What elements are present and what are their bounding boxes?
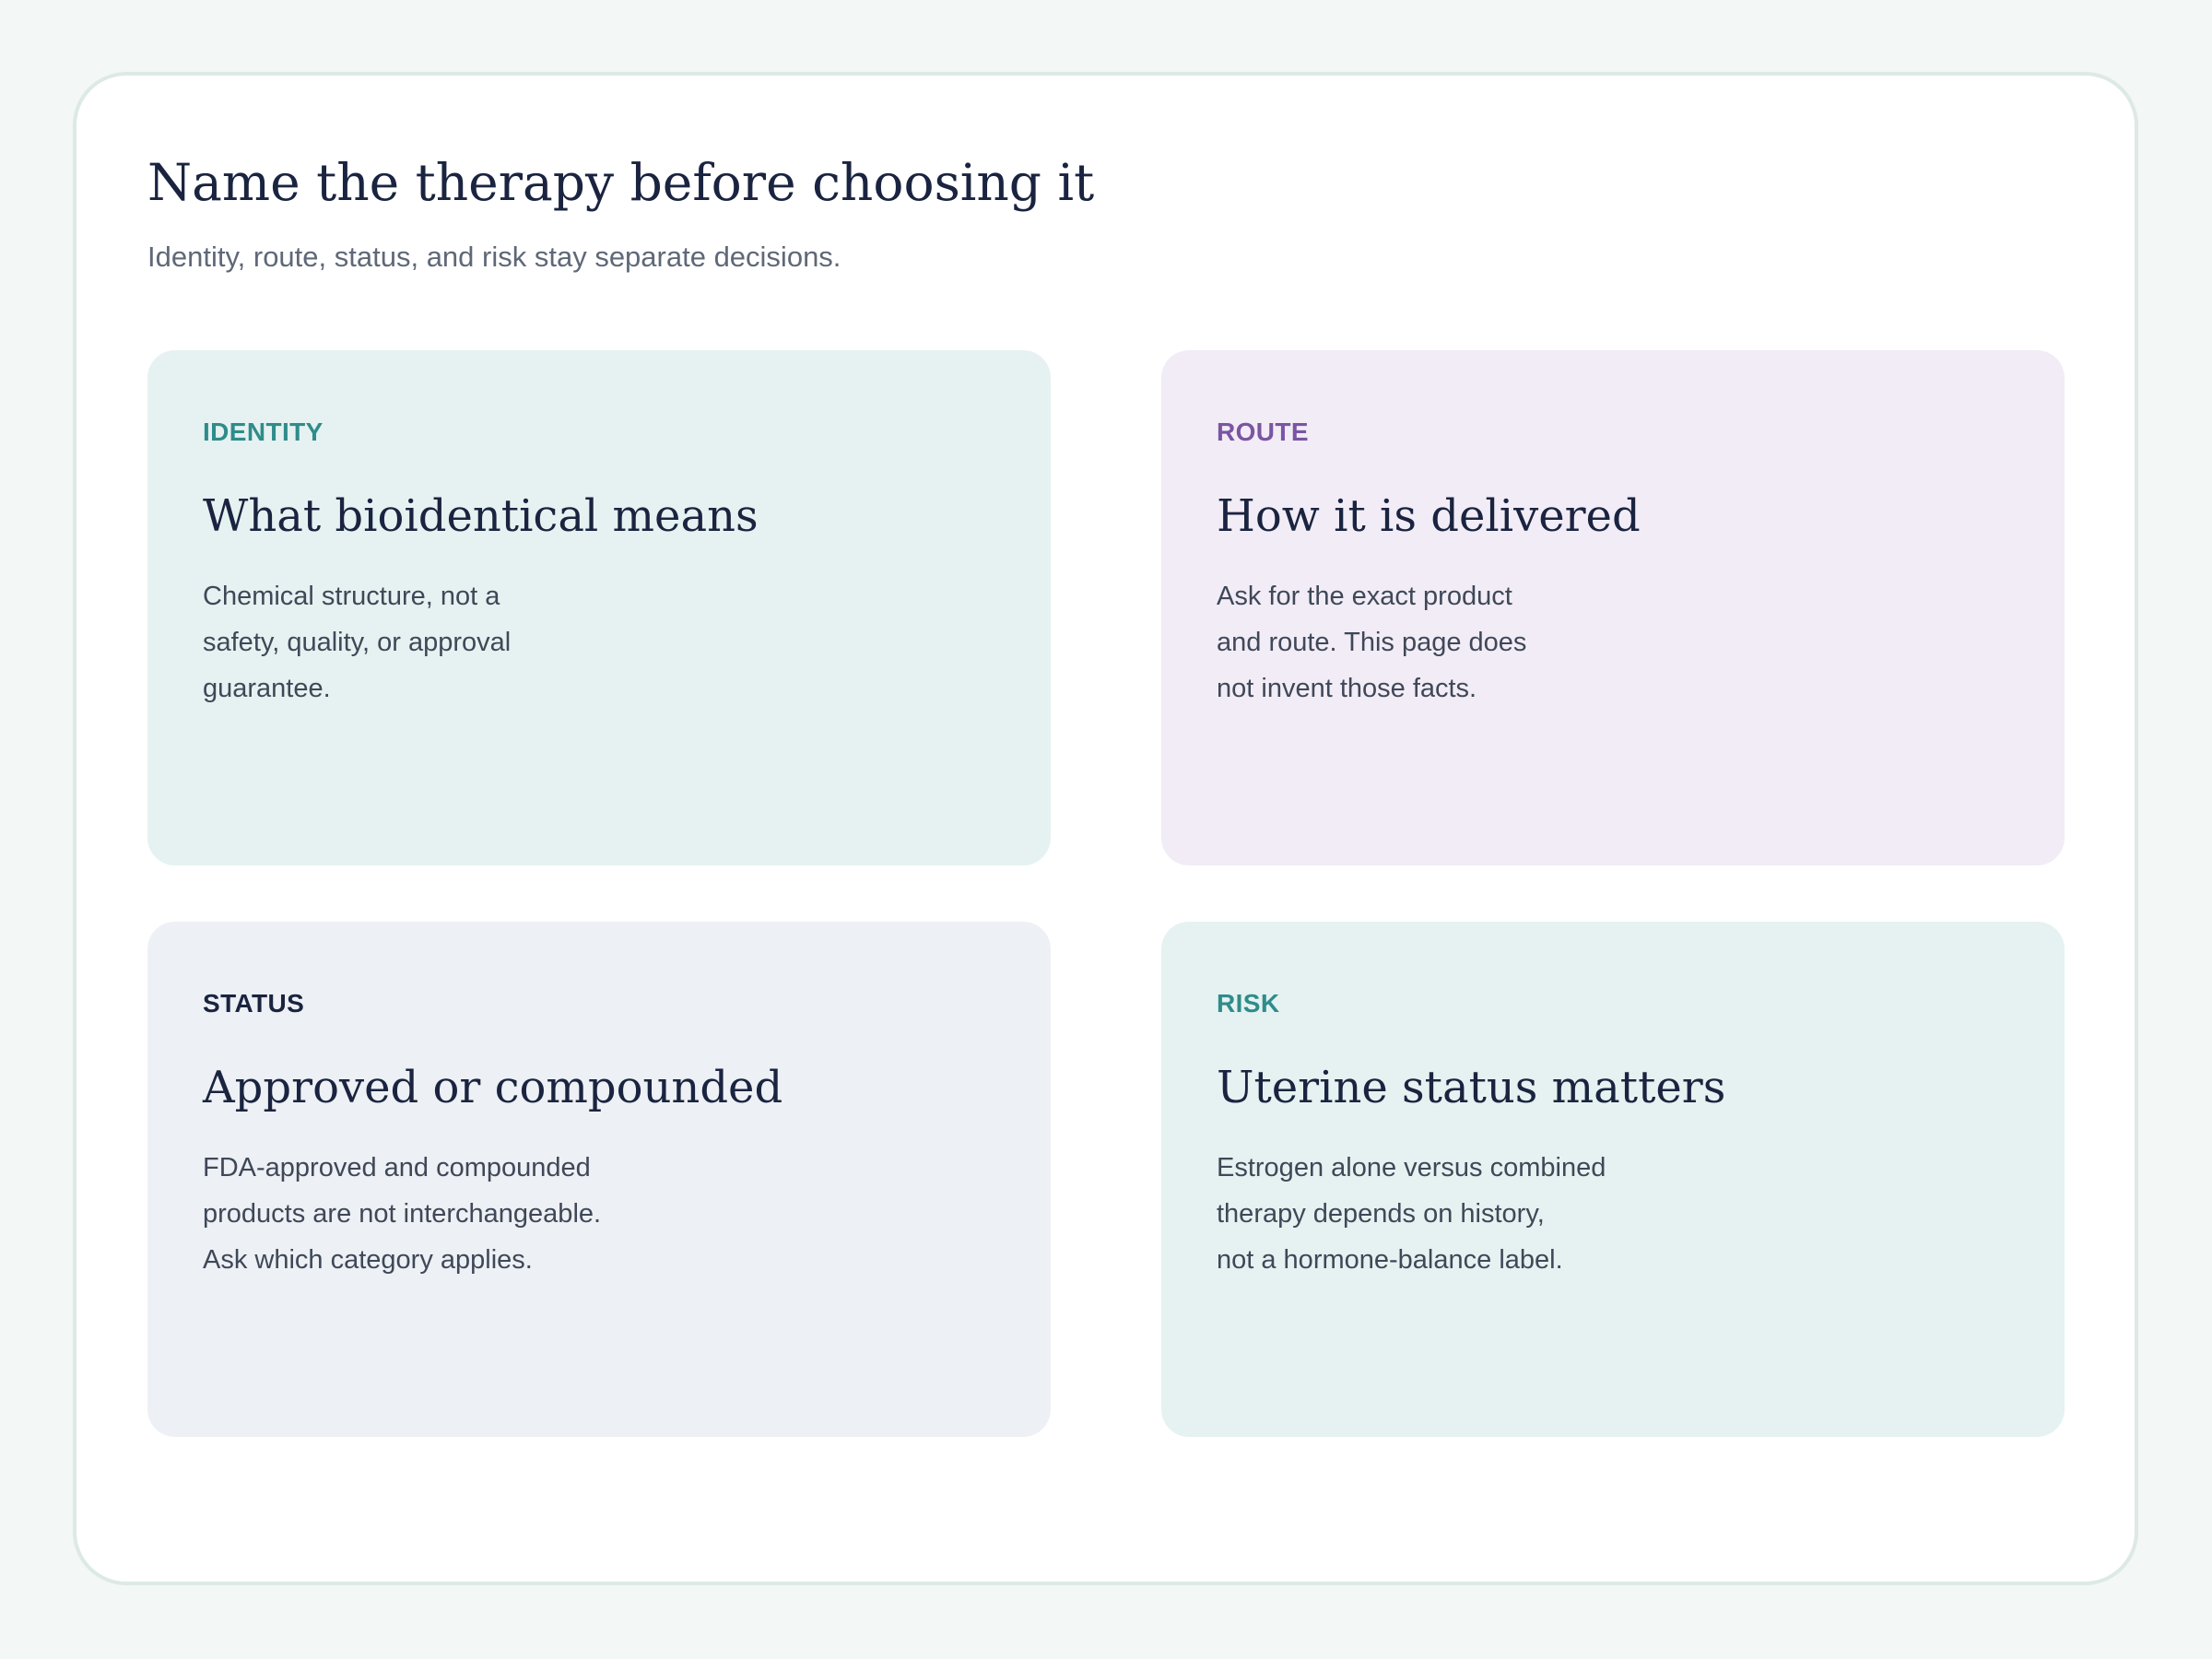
card-route: ROUTE How it is delivered Ask for the ex…	[1161, 350, 2065, 865]
card-title: What bioidentical means	[203, 490, 759, 542]
card-title: Uterine status matters	[1217, 1062, 1726, 1113]
card-body: FDA-approved and compounded products are…	[203, 1145, 601, 1283]
card-body-line: products are not interchangeable.	[203, 1199, 602, 1229]
card-kicker: RISK	[1217, 989, 1280, 1018]
card-body-line: safety, quality, or approval	[203, 628, 512, 657]
card-body: Chemical structure, not a safety, qualit…	[203, 573, 511, 712]
card-body-line: Estrogen alone versus combined	[1217, 1153, 1606, 1182]
card-body: Estrogen alone versus combined therapy d…	[1217, 1145, 1606, 1283]
page-subtitle: Identity, route, status, and risk stay s…	[147, 241, 841, 273]
card-title: Approved or compounded	[203, 1062, 783, 1113]
card-identity: IDENTITY What bioidentical means Chemica…	[147, 350, 1051, 865]
card-body-line: and route. This page does	[1217, 628, 1527, 657]
card-body-line: Chemical structure, not a	[203, 582, 500, 611]
card-risk: RISK Uterine status matters Estrogen alo…	[1161, 922, 2065, 1437]
card-body-line: FDA-approved and compounded	[203, 1153, 591, 1182]
card-body-line: Ask which category applies.	[203, 1245, 533, 1275]
card-body-line: guarantee.	[203, 674, 331, 703]
card-status: STATUS Approved or compounded FDA-approv…	[147, 922, 1051, 1437]
card-body-line: not a hormone-balance label.	[1217, 1245, 1563, 1275]
card-title: How it is delivered	[1217, 490, 1641, 542]
card-kicker: STATUS	[203, 989, 305, 1018]
card-body: Ask for the exact product and route. Thi…	[1217, 573, 1526, 712]
card-body-line: therapy depends on history,	[1217, 1199, 1545, 1229]
card-kicker: ROUTE	[1217, 418, 1309, 446]
card-body-line: Ask for the exact product	[1217, 582, 1512, 611]
card-body-line: not invent those facts.	[1217, 674, 1477, 703]
card-kicker: IDENTITY	[203, 418, 324, 446]
page-title: Name the therapy before choosing it	[147, 153, 1095, 212]
